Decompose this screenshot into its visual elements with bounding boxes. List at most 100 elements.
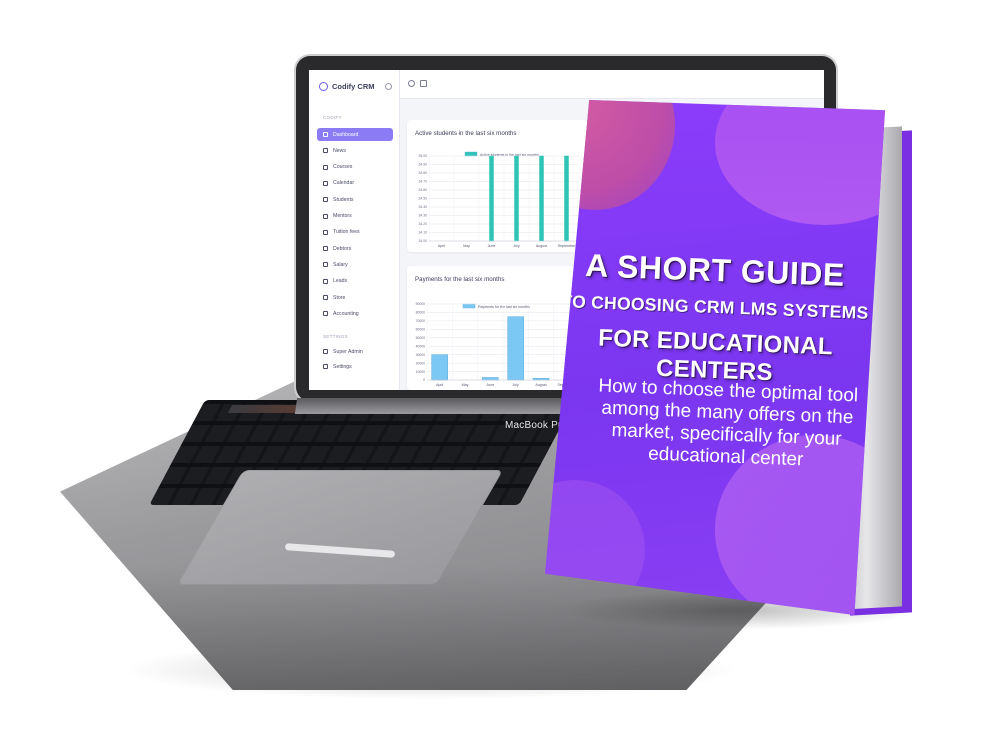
mentors-icon	[323, 213, 328, 219]
guide-book-cover: A SHORT GUIDE TO CHOOSING CRM LMS SYSTEM…	[545, 100, 885, 615]
section-label-main: CODIFY	[323, 115, 342, 120]
bar-august	[539, 155, 544, 242]
x-tick-label: September	[558, 244, 576, 248]
calendar-icon[interactable]	[420, 80, 427, 87]
debtors-icon	[323, 246, 328, 252]
y-tick-label: 34.90	[419, 163, 428, 167]
sidebar-item-label: Calendar	[333, 180, 355, 187]
section-label-settings: SETTINGS	[323, 334, 348, 339]
app-logo[interactable]: Codify CRM	[319, 82, 375, 91]
news-icon	[323, 148, 328, 154]
legend-label: Payments for the last six months	[478, 305, 530, 309]
settings-gear-icon[interactable]	[408, 80, 415, 87]
sidebar-item-super-admin[interactable]: Super Admin	[317, 345, 393, 358]
sidebar-item-label: Debtors	[333, 245, 352, 252]
sidebar-item-label: Dashboard	[333, 131, 359, 138]
sidebar-item-label: Store	[333, 294, 346, 301]
x-tick-label: June	[486, 383, 494, 387]
sidebar-item-tuition-fees[interactable]: Tuition fees	[317, 226, 393, 239]
bar-june	[482, 377, 499, 381]
sidebar-item-store[interactable]: Store	[317, 291, 393, 304]
y-tick-label: 34.20	[419, 222, 428, 226]
x-tick-label: July	[513, 244, 520, 248]
sidebar-item-label: News	[333, 147, 346, 154]
bar-june	[489, 155, 494, 242]
bar-july	[514, 155, 519, 242]
super-admin-icon	[323, 349, 328, 354]
y-tick-label: 20000	[416, 361, 426, 365]
x-tick-label: August	[536, 244, 547, 248]
cover-decor-circle	[715, 100, 885, 225]
tuition-fees-icon	[323, 229, 328, 235]
x-tick-label: May	[462, 383, 469, 387]
book-title: A SHORT GUIDE	[584, 247, 846, 293]
sidebar: Codify CRM CODIFY Dashboard News Courses Ca…	[309, 70, 400, 390]
top-bar	[400, 70, 824, 99]
y-tick-label: 30000	[416, 353, 426, 357]
y-tick-label: 34.80	[419, 171, 428, 175]
sidebar-item-label: Leads	[333, 278, 348, 285]
x-tick-label: April	[436, 383, 443, 387]
courses-icon	[323, 164, 328, 170]
sidebar-item-students[interactable]: Students	[317, 193, 393, 206]
y-tick-label: 34.40	[419, 205, 428, 209]
bar-september	[564, 155, 569, 242]
sidebar-item-settings[interactable]: Settings	[317, 360, 393, 373]
y-tick-label: 0	[423, 378, 425, 382]
students-icon	[323, 197, 328, 203]
legend-label: Active students in the last six months	[480, 153, 539, 157]
y-tick-label: 10000	[416, 370, 426, 374]
y-tick-label: 50000	[416, 336, 426, 340]
sidebar-item-label: Accounting	[333, 310, 359, 317]
sidebar-item-leads[interactable]: Leads	[317, 275, 393, 288]
y-tick-label: 34.00	[419, 239, 428, 243]
sidebar-item-dashboard[interactable]: Dashboard	[317, 128, 393, 141]
bar-july	[507, 316, 524, 381]
legend-swatch	[462, 303, 476, 309]
x-tick-label: May	[463, 244, 470, 248]
sidebar-item-accounting[interactable]: Accounting	[317, 307, 393, 320]
x-tick-label: April	[438, 244, 445, 248]
store-icon	[323, 295, 328, 300]
laptop-brand-label: MacBook Pro	[505, 420, 568, 431]
sidebar-item-label: Students	[333, 196, 354, 203]
scene: MacBook Pro Codify CRM CODIFY Dashboard N…	[0, 0, 1000, 730]
y-tick-label: 70000	[416, 319, 426, 323]
sidebar-item-label: Settings	[333, 363, 352, 370]
sidebar-item-news[interactable]: News	[317, 144, 393, 157]
payments-chart: Payments for the last six months 90000 800…	[416, 302, 579, 387]
y-tick-label: 34.30	[419, 214, 428, 218]
salary-icon	[323, 262, 328, 268]
dashboard-icon	[323, 132, 328, 137]
x-tick-label: August	[535, 383, 546, 387]
bar-april	[431, 354, 448, 381]
sidebar-item-label: Super Admin	[333, 348, 363, 355]
sidebar-item-mentors[interactable]: Mentors	[317, 210, 393, 223]
sidebar-item-label: Salary	[333, 261, 348, 268]
sidebar-item-label: Courses	[333, 164, 353, 171]
y-tick-label: 80000	[416, 311, 426, 315]
sidebar-item-label: Tuition fees	[333, 229, 360, 236]
book-subtitle-line1: TO CHOOSING CRM LMS SYSTEMS	[561, 291, 869, 323]
sidebar-collapse-icon[interactable]	[385, 83, 392, 90]
x-tick-label: July	[512, 383, 519, 387]
sidebar-item-debtors[interactable]: Debtors	[317, 242, 393, 255]
sidebar-item-salary[interactable]: Salary	[317, 258, 393, 271]
sidebar-item-calendar[interactable]: Calendar	[317, 177, 393, 190]
leads-icon	[323, 278, 328, 284]
codify-logo-icon	[319, 82, 328, 91]
chart-legend: Payments for the last six months	[462, 303, 530, 309]
y-tick-label: 34.60	[419, 188, 428, 192]
sidebar-item-courses[interactable]: Courses	[317, 161, 393, 174]
calendar-icon	[323, 180, 328, 186]
chart-card-payments: Payments for the last six months Payment…	[407, 266, 587, 390]
y-tick-label: 34.10	[419, 231, 428, 235]
app-name: Codify CRM	[332, 82, 375, 91]
y-tick-label: 60000	[416, 328, 426, 332]
book-description: How to choose the optimal tool among the…	[598, 375, 859, 471]
y-tick-label: 35.00	[419, 154, 428, 158]
chart-card-active-students: Active students in the last six months A…	[407, 120, 587, 252]
y-tick-label: 34.70	[419, 180, 428, 184]
x-tick-label: June	[488, 244, 496, 248]
y-tick-label: 90000	[416, 302, 426, 306]
